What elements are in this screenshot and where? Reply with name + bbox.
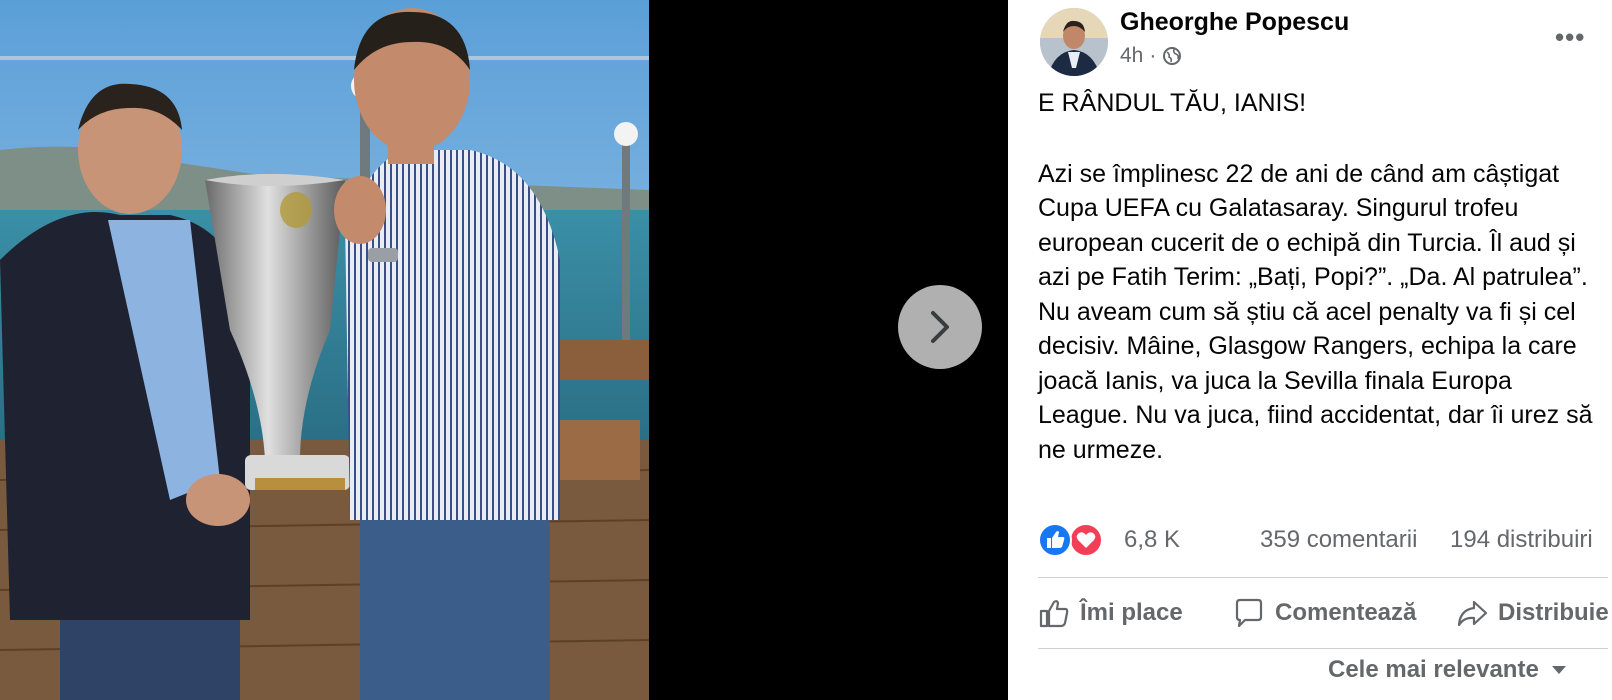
- comments-sort-dropdown[interactable]: Cele mai relevante: [1328, 656, 1567, 684]
- more-options-button[interactable]: •••: [1555, 22, 1585, 53]
- share-button[interactable]: Distribuie: [1456, 590, 1609, 636]
- post-body: Azi se împlinesc 22 de ani de când am câ…: [1038, 159, 1593, 464]
- photo-illustration: [0, 0, 649, 700]
- avatar-image: [1040, 8, 1108, 76]
- reactions-row: 6,8 K 359 comentarii 194 distribuiri: [1038, 520, 1608, 560]
- chevron-right-icon: [931, 311, 949, 343]
- thumbs-up-icon: [1039, 600, 1069, 628]
- post-meta: 4h ·: [1120, 44, 1182, 68]
- share-icon: [1457, 600, 1488, 627]
- next-photo-button[interactable]: [898, 285, 982, 369]
- reaction-icons[interactable]: [1038, 523, 1104, 557]
- comment-button[interactable]: Comentează: [1233, 590, 1416, 636]
- like-icon: [1038, 523, 1072, 557]
- comment-label: Comentează: [1275, 599, 1417, 626]
- reaction-count[interactable]: 6,8 K: [1124, 526, 1180, 554]
- shares-count[interactable]: 194 distribuiri: [1450, 526, 1593, 554]
- like-label: Îmi place: [1080, 599, 1183, 626]
- comments-count[interactable]: 359 comentarii: [1260, 526, 1417, 554]
- post-text: E RÂNDUL TĂU, IANIS! Azi se împlinesc 22…: [1038, 86, 1603, 467]
- author-name[interactable]: Gheorghe Popescu: [1120, 8, 1349, 37]
- divider: [1038, 648, 1608, 649]
- divider: [1038, 577, 1608, 578]
- post-photo[interactable]: [0, 0, 649, 700]
- share-label: Distribuie: [1498, 599, 1609, 626]
- avatar[interactable]: [1040, 8, 1108, 76]
- globe-icon: [1163, 47, 1182, 65]
- media-viewer: [0, 0, 1008, 700]
- comment-icon: [1235, 598, 1263, 628]
- love-icon: [1069, 523, 1103, 557]
- post-actions: Îmi place Comentează Distribuie: [1038, 590, 1612, 636]
- post-panel: Gheorghe Popescu 4h · ••• E RÂNDUL TĂU, …: [1008, 0, 1612, 700]
- post-time[interactable]: 4h: [1120, 44, 1143, 68]
- post-title: E RÂNDUL TĂU, IANIS!: [1038, 89, 1307, 117]
- sort-label: Cele mai relevante: [1328, 656, 1539, 683]
- like-button[interactable]: Îmi place: [1038, 590, 1183, 636]
- meta-separator: ·: [1149, 44, 1157, 67]
- caret-down-icon: [1551, 666, 1566, 674]
